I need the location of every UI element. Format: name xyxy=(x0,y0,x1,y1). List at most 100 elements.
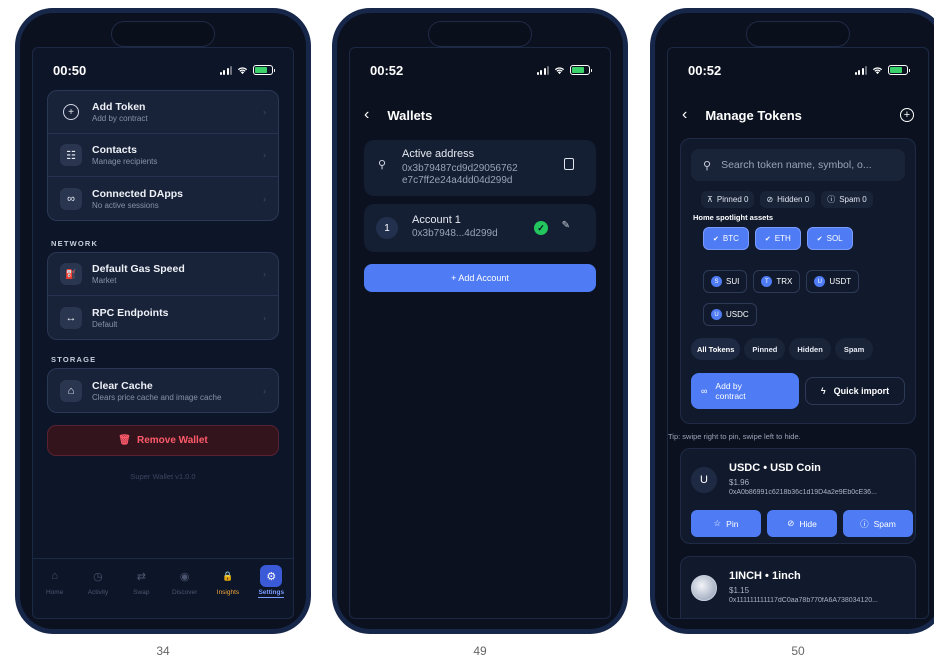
back-arrow-icon[interactable]: ‹ xyxy=(364,106,369,124)
add-account-button[interactable]: + Add Account xyxy=(364,264,596,292)
edit-pencil-icon[interactable]: ✎ xyxy=(562,220,570,231)
gear-icon: ⚙ xyxy=(260,565,283,587)
account-row[interactable]: 1 Account 1 0x3b7948...4d299d ✓ ✎ xyxy=(364,204,596,252)
swipe-tip: Tip: swipe right to pin, swipe left to h… xyxy=(668,432,801,441)
lightning-icon: ϟ xyxy=(820,386,826,396)
tab-activity[interactable]: ◷ Activity xyxy=(83,569,113,618)
settings-row-connected-dapps[interactable]: ∞ Connected DApps No active sessions › xyxy=(48,177,278,220)
remove-wallet-button[interactable]: 🗑 Remove Wallet xyxy=(47,425,279,456)
person-icon: ⚲ xyxy=(378,159,387,171)
hide-label: Hide xyxy=(799,518,817,529)
spotlight-chip-eth[interactable]: ✔ ETH xyxy=(754,227,801,250)
spam-button[interactable]: ⓘ Spam xyxy=(843,510,913,537)
hidden-count-chip[interactable]: ⊘ Hidden 0 xyxy=(760,191,816,208)
spotlight-chip-sui[interactable]: S SUI xyxy=(703,270,748,293)
code-icon: ↔ xyxy=(60,306,82,329)
search-placeholder: Search token name, symbol, o... xyxy=(721,159,872,171)
chip-label: USDT xyxy=(829,277,852,286)
token-dot-icon: S xyxy=(711,276,722,287)
system-icons xyxy=(854,65,910,75)
filter-hidden[interactable]: Hidden xyxy=(789,338,831,360)
pin-button[interactable]: ☆ Pin xyxy=(691,510,761,537)
header: ‹ Manage Tokens + xyxy=(682,106,914,124)
quick-import-button[interactable]: ϟ Quick import xyxy=(805,377,905,405)
spotlight-chip-usdc[interactable]: U USDC xyxy=(703,303,757,326)
app-frame: 00:50 + Add Token Add by contract › ☷ Con… xyxy=(32,47,294,619)
app-version: Super Wallet v1.0.0 xyxy=(130,472,196,481)
row-subtitle: Manage recipients xyxy=(92,157,158,166)
tab-insights[interactable]: 🔒 Insights xyxy=(213,569,243,618)
chevron-right-icon: › xyxy=(263,107,266,117)
tab-label: Home xyxy=(45,589,64,596)
settings-row-gas-speed[interactable]: ⛽ Default Gas Speed Market › xyxy=(48,253,278,296)
tab-label: Activity xyxy=(87,589,109,596)
search-input[interactable]: ⚲ Search token name, symbol, o... xyxy=(691,149,905,181)
token-dot-icon: U xyxy=(814,276,826,287)
filter-spam[interactable]: Spam xyxy=(834,338,874,360)
settings-group-general: + Add Token Add by contract › ☷ Contacts M… xyxy=(47,90,279,221)
tab-swap[interactable]: ⇄ Swap xyxy=(126,569,156,618)
tab-home[interactable]: ⌂ Home xyxy=(40,569,70,618)
token-card-usdc[interactable]: U USDC • USD Coin $1.96 0xA0b86991c6218b… xyxy=(680,448,916,544)
spam-count-chip[interactable]: ⓘ Spam 0 xyxy=(821,191,873,208)
spotlight-chip-sol[interactable]: ✔ SOL xyxy=(806,227,853,250)
row-subtitle: Market xyxy=(92,276,117,285)
pinned-count-chip[interactable]: ⊼ Pinned 0 xyxy=(701,191,755,208)
chevron-right-icon: › xyxy=(263,193,266,204)
screenshot-caption: 50 xyxy=(791,644,805,658)
token-card-1inch[interactable]: 1INCH • 1inch $1.15 0x111111111117dC0aa7… xyxy=(680,556,916,618)
filter-all-tokens[interactable]: All Tokens xyxy=(691,338,741,360)
active-address-label: Active address xyxy=(402,148,475,160)
status-bar: 00:52 xyxy=(370,58,592,82)
settings-row-rpc[interactable]: ↔ RPC Endpoints Default › xyxy=(48,296,278,339)
tab-discover[interactable]: ◉ Discover xyxy=(170,569,200,618)
spotlight-label: Home spotlight assets xyxy=(693,213,774,222)
battery-icon xyxy=(570,65,592,75)
settings-row-clear-cache[interactable]: ⌂ Clear Cache Clears price cache and imag… xyxy=(48,369,278,412)
chip-label: TRX xyxy=(776,277,793,286)
chip-label: SUI xyxy=(726,277,740,286)
copy-icon[interactable] xyxy=(564,158,574,170)
spotlight-chip-trx[interactable]: T TRX xyxy=(753,270,801,293)
settings-group-storage: ⌂ Clear Cache Clears price cache and imag… xyxy=(47,368,279,413)
account-address: 0x3b7948...4d299d xyxy=(412,228,498,239)
row-title: Default Gas Speed xyxy=(92,263,185,275)
chevron-right-icon: › xyxy=(263,150,266,160)
add-by-contract-button[interactable]: ∞ Add by contract xyxy=(691,373,799,409)
add-circle-icon[interactable]: + xyxy=(900,108,914,122)
spotlight-chip-btc[interactable]: ✔ BTC xyxy=(703,227,749,250)
settings-row-contacts[interactable]: ☷ Contacts Manage recipients › xyxy=(48,134,278,177)
token-dot-icon: U xyxy=(711,309,722,320)
screenshot-caption: 49 xyxy=(473,644,487,658)
row-title: Add Token xyxy=(92,101,146,113)
token-price: $1.96 xyxy=(729,478,750,487)
filter-pinned[interactable]: Pinned xyxy=(744,338,786,360)
add-account-label: + Add Account xyxy=(451,273,509,283)
hide-button[interactable]: ⊘ Hide xyxy=(767,510,837,537)
tab-label: Insights xyxy=(216,589,240,596)
settings-row-add-token[interactable]: + Add Token Add by contract › xyxy=(48,91,278,134)
row-title: Contacts xyxy=(92,144,137,156)
status-time: 00:52 xyxy=(688,62,722,78)
active-address-line1: 0x3b79487cd9d29056762 xyxy=(402,163,518,174)
back-arrow-icon[interactable]: ‹ xyxy=(682,106,687,124)
count-chips: ⊼ Pinned 0 ⊘ Hidden 0 ⓘ Spam 0 xyxy=(701,191,873,208)
row-subtitle: No active sessions xyxy=(92,200,159,210)
dynamic-island xyxy=(111,21,215,47)
home-icon: ⌂ xyxy=(51,570,58,582)
screen: 00:52 ‹ Manage Tokens + ⚲ Search token n… xyxy=(655,13,934,629)
chip-label: Hidden 0 xyxy=(777,195,810,204)
token-address: 0xA0b86991c6218b36c1d19D4a2e9Eb0cE36... xyxy=(729,489,877,496)
battery-icon xyxy=(888,65,910,75)
row-subtitle: Default xyxy=(92,319,118,329)
chip-label: Pinned 0 xyxy=(716,195,749,204)
row-title: RPC Endpoints xyxy=(92,306,169,319)
spotlight-chip-usdt[interactable]: U USDT xyxy=(806,270,860,293)
spotlight-unselected-row: S SUI T TRX U USDT xyxy=(703,270,860,293)
tab-settings[interactable]: ⚙ Settings xyxy=(256,565,286,618)
filter-tabs: All Tokens Pinned Hidden Spam xyxy=(691,338,874,360)
tab-bar: ⌂ Home ◷ Activity ⇄ Swap ◉ Discover 🔒 Insight… xyxy=(33,558,293,618)
token-avatar: U xyxy=(691,467,717,493)
token-name: USDC • USD Coin xyxy=(729,462,821,474)
dynamic-island xyxy=(746,21,850,47)
